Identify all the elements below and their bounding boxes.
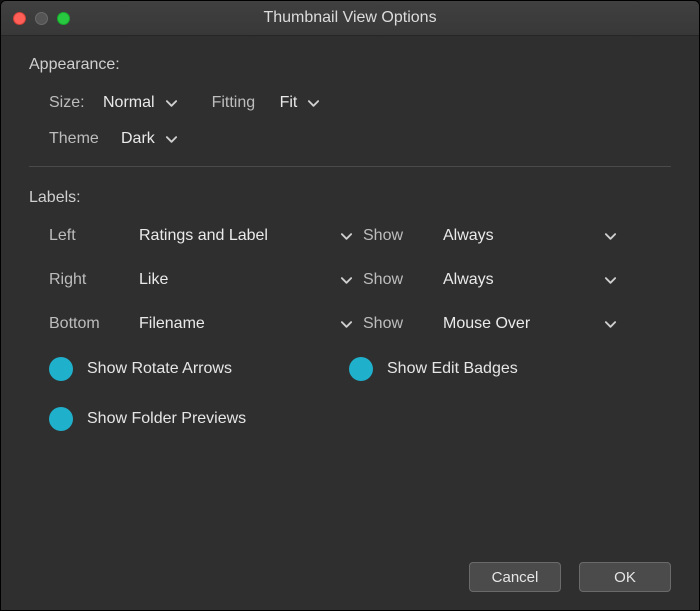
dialog-content: Appearance: Size: Normal Fitting Fit The… xyxy=(1,36,699,477)
chevron-down-icon[interactable] xyxy=(604,319,617,329)
chevron-down-icon xyxy=(165,134,178,144)
label-left-show-label: Show xyxy=(363,227,433,245)
label-left-show-dropdown[interactable]: Always xyxy=(443,227,583,245)
chevron-down-icon[interactable] xyxy=(340,319,353,329)
ok-button-label: OK xyxy=(614,569,636,586)
fitting-value: Fit xyxy=(280,94,298,112)
label-left-value-dropdown[interactable]: Ratings and Label xyxy=(139,227,319,245)
dialog-footer: Cancel OK xyxy=(469,562,671,592)
label-right-value-dropdown[interactable]: Like xyxy=(139,271,319,289)
show-edit-badges-label: Show Edit Badges xyxy=(387,360,518,378)
appearance-row-2: Theme Dark xyxy=(49,130,671,148)
chevron-down-icon[interactable] xyxy=(604,275,617,285)
label-right-show-label: Show xyxy=(363,271,433,289)
label-position-right: Right xyxy=(49,271,129,289)
label-bottom-value: Filename xyxy=(139,315,205,333)
section-divider xyxy=(29,166,671,167)
show-folder-previews-label: Show Folder Previews xyxy=(87,410,246,428)
cancel-button[interactable]: Cancel xyxy=(469,562,561,592)
label-bottom-show-label: Show xyxy=(363,315,433,333)
chevron-down-icon[interactable] xyxy=(340,231,353,241)
label-left-value: Ratings and Label xyxy=(139,227,268,245)
toggle-indicator-icon xyxy=(49,357,73,381)
size-label: Size: xyxy=(49,94,103,112)
zoom-window-button[interactable] xyxy=(57,12,70,25)
label-bottom-show-value: Mouse Over xyxy=(443,315,530,333)
label-position-left: Left xyxy=(49,227,129,245)
window-title: Thumbnail View Options xyxy=(1,9,699,27)
appearance-heading: Appearance: xyxy=(29,56,671,74)
toggle-indicator-icon xyxy=(49,407,73,431)
chevron-down-icon xyxy=(165,98,178,108)
theme-dropdown[interactable]: Dark xyxy=(121,130,178,148)
label-bottom-value-dropdown[interactable]: Filename xyxy=(139,315,319,333)
toggles-grid: Show Rotate Arrows Show Edit Badges Show… xyxy=(49,357,671,431)
show-rotate-arrows-label: Show Rotate Arrows xyxy=(87,360,232,378)
size-value: Normal xyxy=(103,94,155,112)
toggle-indicator-icon xyxy=(349,357,373,381)
theme-value: Dark xyxy=(121,130,155,148)
show-rotate-arrows-toggle[interactable]: Show Rotate Arrows xyxy=(49,357,349,381)
chevron-down-icon[interactable] xyxy=(340,275,353,285)
titlebar: Thumbnail View Options xyxy=(1,1,699,36)
show-folder-previews-toggle[interactable]: Show Folder Previews xyxy=(49,407,349,431)
size-dropdown[interactable]: Normal xyxy=(103,94,178,112)
chevron-down-icon[interactable] xyxy=(604,231,617,241)
labels-grid: Left Ratings and Label Show Always Right… xyxy=(49,227,671,333)
traffic-lights xyxy=(13,12,70,25)
thumbnail-view-options-window: Thumbnail View Options Appearance: Size:… xyxy=(0,0,700,611)
label-right-show-value: Always xyxy=(443,271,494,289)
fitting-label: Fitting xyxy=(212,94,280,112)
close-window-button[interactable] xyxy=(13,12,26,25)
label-right-value: Like xyxy=(139,271,168,289)
label-bottom-show-dropdown[interactable]: Mouse Over xyxy=(443,315,583,333)
cancel-button-label: Cancel xyxy=(492,569,539,586)
label-left-show-value: Always xyxy=(443,227,494,245)
show-edit-badges-toggle[interactable]: Show Edit Badges xyxy=(349,357,649,381)
chevron-down-icon xyxy=(307,98,320,108)
fitting-dropdown[interactable]: Fit xyxy=(280,94,321,112)
theme-label: Theme xyxy=(49,130,121,148)
minimize-window-button[interactable] xyxy=(35,12,48,25)
ok-button[interactable]: OK xyxy=(579,562,671,592)
labels-heading: Labels: xyxy=(29,189,671,207)
appearance-row-1: Size: Normal Fitting Fit xyxy=(49,94,671,112)
label-right-show-dropdown[interactable]: Always xyxy=(443,271,583,289)
label-position-bottom: Bottom xyxy=(49,315,129,333)
